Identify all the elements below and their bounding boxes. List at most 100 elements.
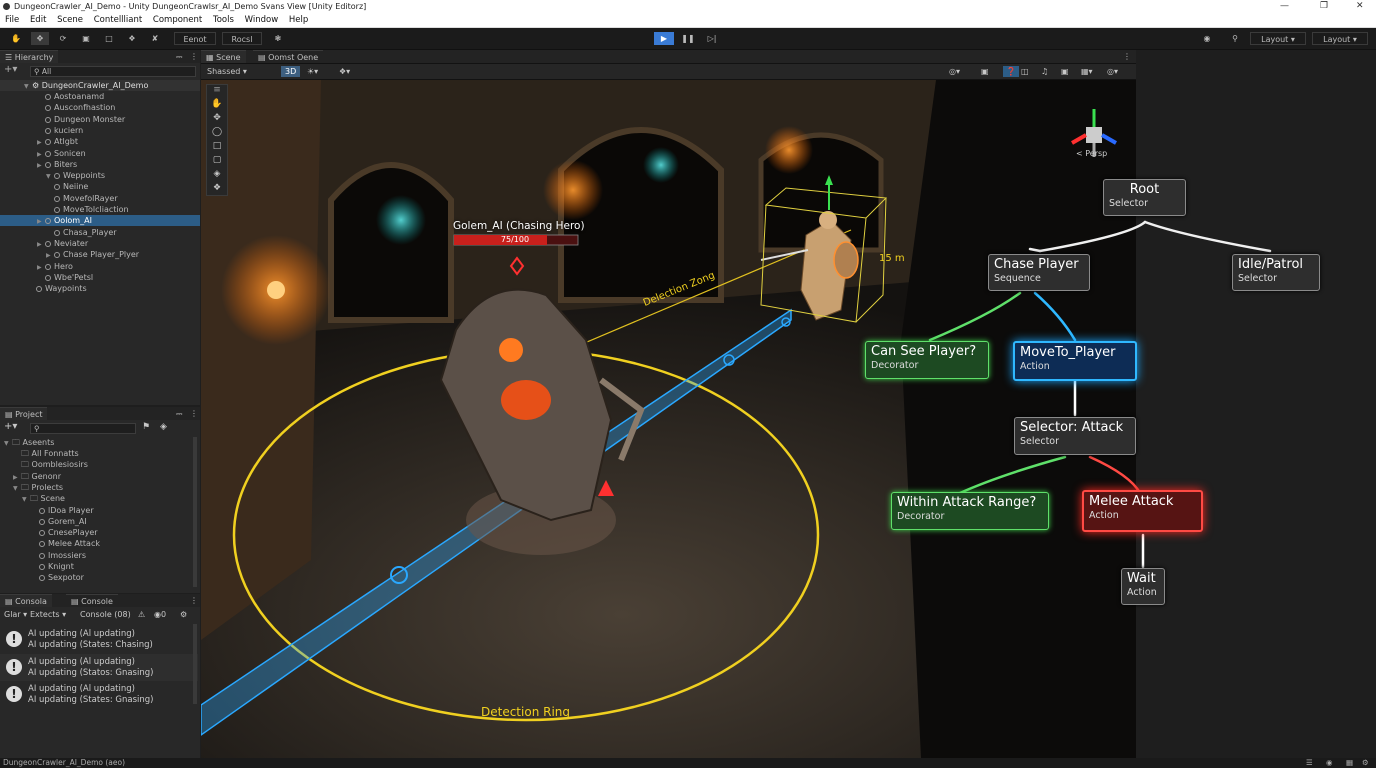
console-message[interactable]: ! AI updating (Al updating) AI updating (S… — [0, 681, 198, 708]
network-icon[interactable]: ◉ — [1326, 758, 1333, 768]
console-count-dropdown[interactable]: Console (08) — [80, 608, 131, 621]
transform-rotation-x-input[interactable]: 0 — [1243, 139, 1281, 150]
tab-project[interactable]: ▤ Project — [0, 407, 48, 420]
hand-tool-icon[interactable]: ✋ — [8, 32, 24, 45]
notification-icon[interactable]: ▦ — [1346, 758, 1353, 768]
filter-icon[interactable]: ⚑ — [142, 422, 150, 432]
settings-icon[interactable]: ⚙ — [1361, 724, 1371, 734]
progress-icon[interactable]: ☰ — [1306, 758, 1313, 768]
hierarchy-item[interactable]: Ausconfhastion — [0, 102, 200, 113]
project-item[interactable]: ▶ 🗀 Genonr — [0, 471, 190, 482]
hierarchy-item[interactable]: Wbe'Petsl — [0, 272, 200, 283]
tab-inspector[interactable]: ⓘ Inspector — [1137, 50, 1195, 63]
hierarchy-item[interactable]: MoveTolcliaction — [0, 204, 200, 215]
layout-dropdown[interactable]: Layout ▾ — [1312, 32, 1368, 45]
active-checkbox[interactable]: ✓ — [1173, 72, 1181, 80]
hierarchy-item[interactable]: kuciern — [0, 125, 200, 136]
transform-tool-icon[interactable]: ◈ — [207, 169, 227, 183]
console-scrollbar[interactable] — [193, 624, 197, 704]
more-menu-icon[interactable]: ⋮ — [1365, 50, 1373, 63]
more-menu-icon[interactable]: ⋮ — [190, 50, 198, 63]
more-menu-icon[interactable]: ⋮ — [190, 594, 198, 607]
more-menu-icon[interactable]: ⋮ — [1365, 110, 1373, 119]
persp-label[interactable]: < Persp — [1076, 149, 1107, 158]
project-search-input[interactable]: ⚲ — [30, 423, 136, 434]
maximize-icon[interactable]: ❐ — [1320, 0, 1328, 13]
scale-tool-icon[interactable]: ▣ — [78, 32, 94, 45]
lock-icon[interactable]: ⎓ — [1351, 50, 1357, 63]
settings-icon[interactable]: ⚙ — [180, 608, 187, 621]
grid-toggle-icon[interactable]: ▦▾ — [1081, 64, 1093, 79]
gizmo-icon[interactable]: ◎▾ — [949, 64, 960, 79]
hierarchy-item[interactable]: Waypoints — [0, 283, 200, 294]
lock-icon[interactable]: ⎓ — [176, 50, 182, 63]
tag-dropdown[interactable]: Unlagged ▾ — [1187, 89, 1265, 99]
audio-toggle-icon[interactable]: ♫ — [1041, 64, 1048, 79]
console-message[interactable]: ! AI updating (Al updating) AI updating (S… — [0, 653, 198, 681]
add-object-icon[interactable]: +▾ — [4, 64, 17, 75]
help-icon[interactable]: ❓ — [1337, 110, 1347, 119]
gizmos-dropdown-icon[interactable]: ◎▾ — [1107, 64, 1118, 79]
hierarchy-item[interactable]: ▶ Atlgbt — [0, 136, 200, 147]
error-toggle-icon[interactable]: ⚠ — [138, 608, 145, 621]
project-item[interactable]: Imossiers — [0, 550, 190, 561]
menu-scene[interactable]: Scene — [57, 15, 83, 25]
bt-node-can-see-player[interactable]: Can See Player? Decorator — [865, 341, 989, 379]
collab-icon[interactable]: ◉ — [1198, 32, 1216, 45]
rect-tool-icon[interactable]: ▢ — [207, 155, 227, 169]
label-icon[interactable]: ◈ — [160, 422, 167, 432]
tab-consola[interactable]: ▤ Consola — [0, 594, 52, 607]
project-item[interactable]: Melee Attack — [0, 538, 190, 549]
project-item[interactable]: Knignt — [0, 561, 190, 572]
static-toggle[interactable]: Static ▾ — [1343, 72, 1372, 81]
lock-icon[interactable]: ⎓ — [176, 407, 182, 420]
hierarchy-item[interactable]: ▶ Neviater — [0, 238, 200, 249]
transform-scale-z-input[interactable]: 1 — [1339, 154, 1376, 164]
bt-node-melee-attack[interactable]: Melee Attack Action — [1082, 490, 1203, 532]
pivot-button[interactable]: Eenot — [174, 32, 216, 45]
drag-handle-icon[interactable]: ≡ — [207, 85, 227, 99]
project-item[interactable]: lDoa Player — [0, 505, 190, 516]
assets-folder[interactable]: ▼ 🗀 Aseents — [0, 437, 190, 448]
transform-rotation-z-input[interactable]: 0 — [1339, 139, 1376, 150]
transform-scale-x-input[interactable]: 1 — [1243, 154, 1281, 164]
menu-help[interactable]: Help — [289, 15, 308, 25]
step-button[interactable]: ▷| — [702, 32, 722, 45]
rotate-tool-icon[interactable]: ◯ — [207, 127, 227, 141]
hierarchy-item[interactable]: ▶ Biters — [0, 159, 200, 170]
bt-node-moveto-player[interactable]: MoveTo_Player Action — [1013, 341, 1137, 381]
scene-root[interactable]: ▼ ⚙ DungeonCrawler_AI_Demo — [0, 80, 200, 91]
bt-node-idle-patrol[interactable]: Idle/Patrol Selector — [1232, 254, 1320, 291]
project-item[interactable]: ▼ 🗀 Prolects — [0, 482, 190, 493]
tab-game[interactable]: ▤ Oomst Oene — [253, 50, 324, 63]
effects-toggle-icon[interactable]: ❖▾ — [339, 64, 350, 79]
clear-button[interactable]: Glar ▾ — [4, 608, 27, 621]
create-asset-icon[interactable]: +▾ — [4, 421, 17, 432]
project-item[interactable]: 🗀 All Fonnatts — [0, 448, 190, 459]
global-button[interactable]: Rocsl — [222, 32, 262, 45]
more-menu-icon[interactable]: ⋮ — [1365, 178, 1373, 187]
project-item[interactable]: Sexpotor — [0, 572, 190, 583]
transform-position-z-input[interactable]: 0 — [1339, 125, 1376, 135]
sonn-button[interactable]: Sonn — [1325, 740, 1371, 751]
bt-node-within-attack-range[interactable]: Within Attack Range? Decorator — [891, 492, 1049, 530]
project-item[interactable]: ▼ 🗀 Scene — [0, 493, 190, 504]
tab-console[interactable]: ▤ Console — [66, 594, 118, 607]
hand-tool-icon[interactable]: ✋ — [207, 99, 227, 113]
extects-dropdown[interactable]: Extects ▾ — [30, 608, 66, 621]
console-message[interactable]: ! AI updating (Al updating) AI updating (S… — [0, 626, 198, 653]
hierarchy-item[interactable]: Chasa_Player — [0, 227, 200, 238]
hierarchy-item[interactable]: Dungeon Monster — [0, 114, 200, 125]
menu-contellliant[interactable]: Contellliant — [94, 15, 142, 25]
move-tool-icon[interactable]: ✥ — [31, 32, 49, 45]
toggle-3d-button[interactable]: 3D — [281, 66, 301, 77]
search-icon[interactable]: ⚲ — [1226, 32, 1244, 45]
hierarchy-item[interactable]: ▶ Chase Player_Plyer — [0, 249, 200, 260]
hierarchy-item[interactable]: MovefolRayer — [0, 193, 200, 204]
play-button[interactable]: ▶ — [654, 32, 674, 45]
shading-mode-dropdown[interactable]: Shassed ▾ — [207, 64, 247, 79]
transform-rotation-y-input[interactable]: 0 — [1291, 139, 1329, 150]
more-menu-icon[interactable]: ⋮ — [1123, 50, 1131, 63]
menu-tools[interactable]: Tools — [213, 15, 234, 25]
bt-node-wait[interactable]: Wait Action — [1121, 568, 1165, 605]
